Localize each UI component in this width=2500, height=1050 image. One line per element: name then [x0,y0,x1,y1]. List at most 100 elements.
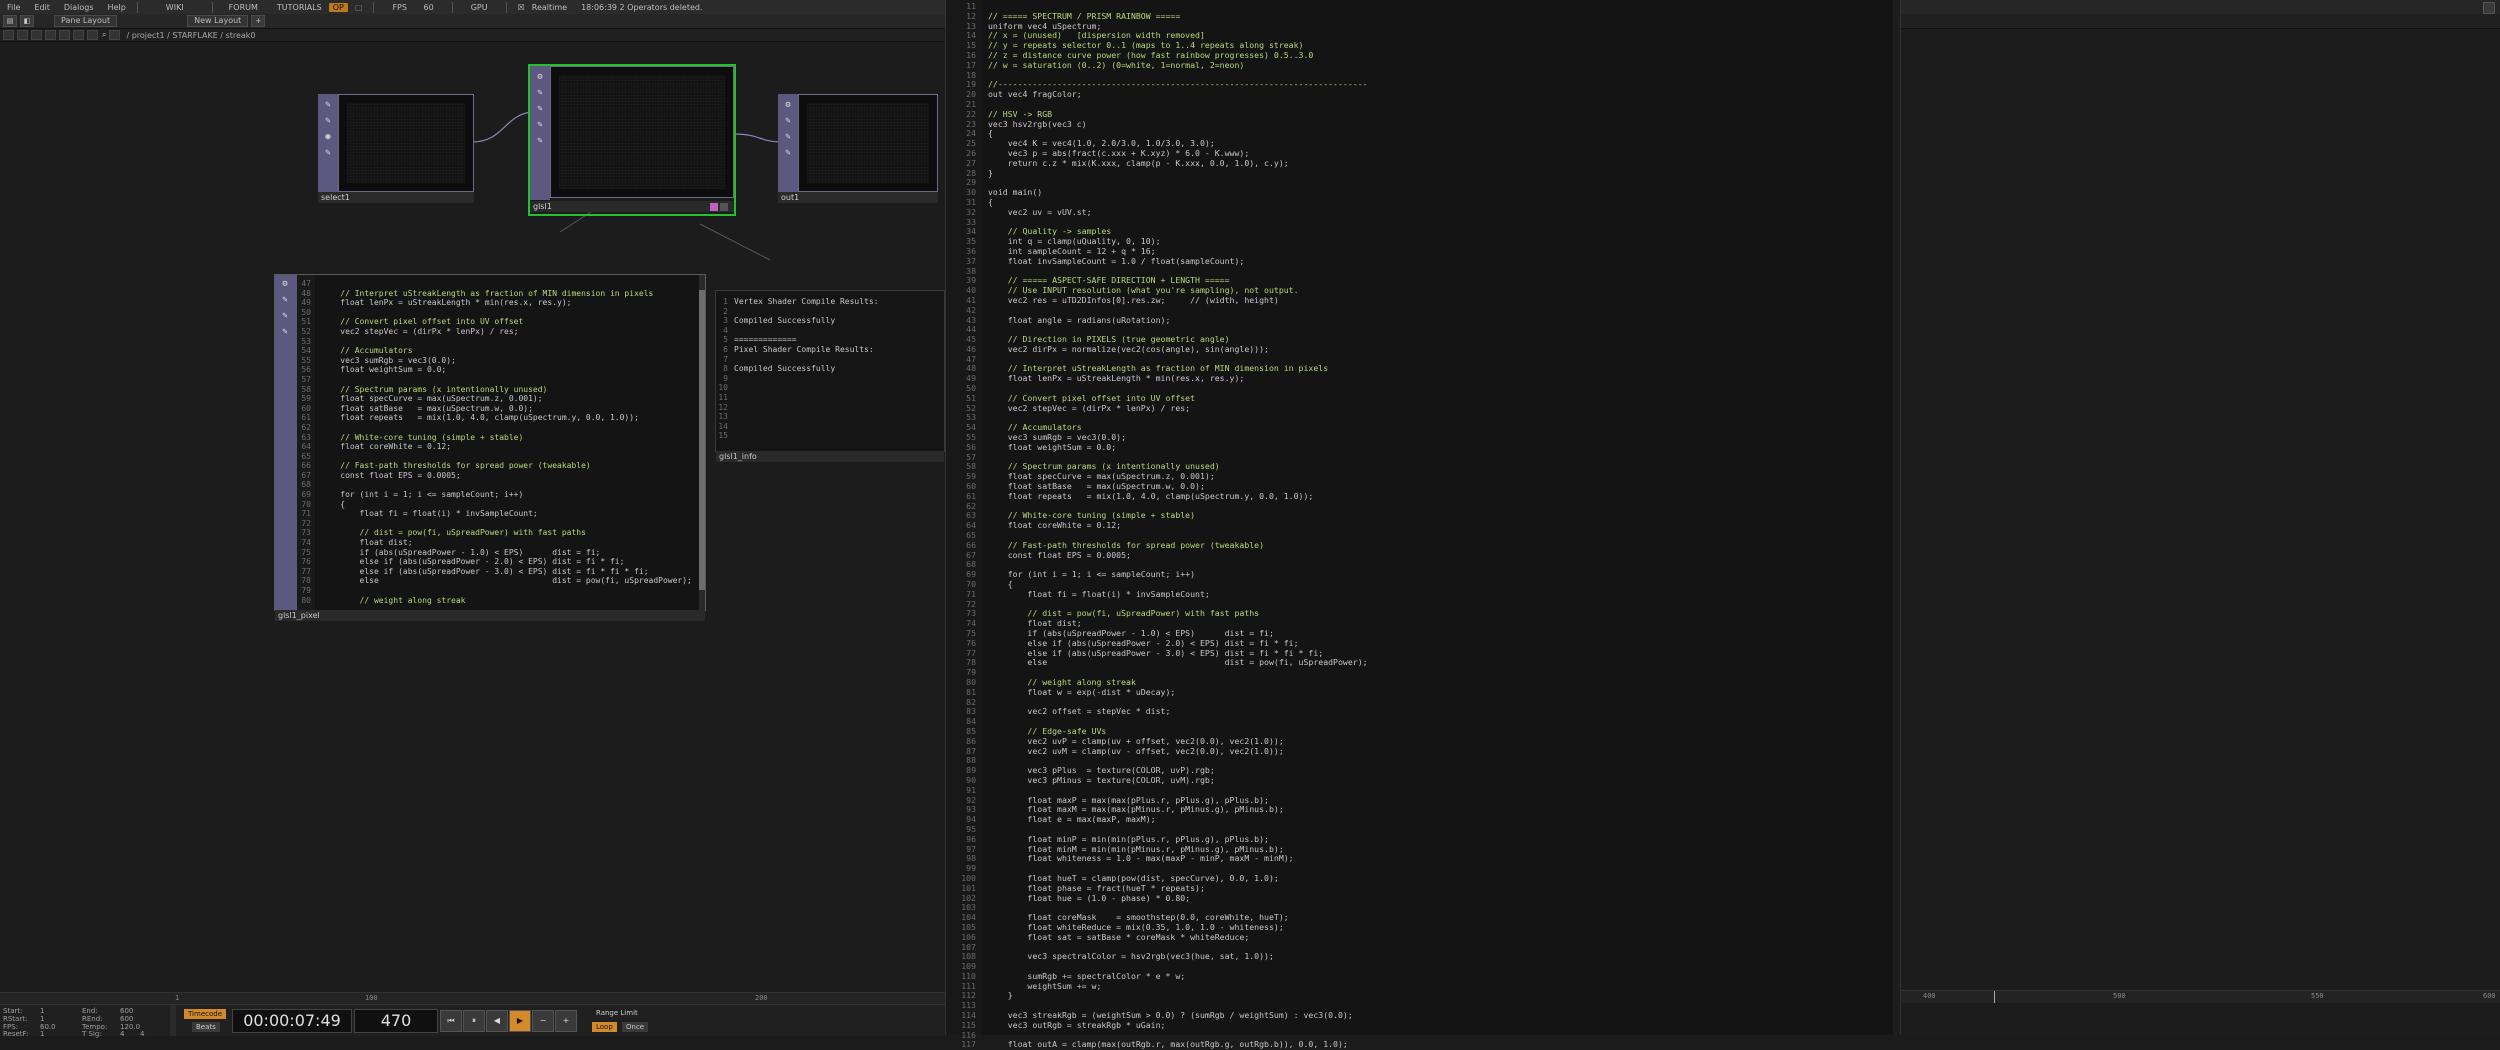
code-line[interactable]: 78 else dist = pow(fi, uSpreadPower); [946,658,1367,668]
loop-toggle[interactable]: Loop [592,1022,617,1032]
code-line[interactable]: 30 void main() [946,187,1368,198]
viewer-icon[interactable]: ✎ [783,132,793,142]
code-line[interactable]: 23 vec3 hsv2rgb(vec3 c) [946,119,1368,130]
display-icon[interactable]: ✎ [535,120,545,130]
frame-display[interactable]: 470 [354,1009,438,1033]
menu-edit[interactable]: Edit [27,3,57,12]
code-line[interactable]: 43 float angle = radians(uRotation); [946,315,1368,326]
play-icon[interactable]: ▶ [509,1010,531,1032]
step-down-icon[interactable]: − [532,1010,554,1032]
back-icon[interactable] [3,30,14,40]
viewer-icon[interactable]: ✎ [280,311,290,321]
rend-value[interactable]: 600 [120,1015,133,1023]
code-line[interactable]: 41 vec2 res = uTD2DInfos[0].res.zw; // (… [946,295,1368,306]
code-line[interactable]: 75 if (abs(uSpreadPower - 1.0) < EPS) di… [297,548,692,558]
code-line[interactable]: 47 [297,279,692,289]
lock-icon[interactable]: ✎ [783,116,793,126]
code-line[interactable]: 94 float e = max(maxP, maxM); [946,814,1368,825]
code-line[interactable]: 2 [718,307,879,317]
code-line[interactable]: 65 [297,452,692,462]
dat-name[interactable]: glsl1_pixel [275,610,705,621]
timecode-display[interactable]: 00:00:07:49 [232,1009,352,1033]
bypass-icon[interactable]: ⚙ [535,72,545,82]
code-line[interactable]: 60 float satBase = max(uSpectrum.w, 0.0)… [297,404,692,414]
tsig-b[interactable]: 4 [140,1030,144,1038]
code-line[interactable]: 46 vec2 dirPx = normalize(vec2(cos(angle… [946,344,1368,355]
pane-lock-icon[interactable]: ◧ [20,15,34,27]
up-icon[interactable] [109,30,121,40]
code-line[interactable]: 64 float coreWhite = 0.12; [297,442,692,452]
code-line[interactable]: 87 vec2 uvM = clamp(uv - offset, vec2(0.… [946,746,1368,757]
playhead[interactable] [1994,991,1995,1003]
search-icon[interactable]: ⌕ [102,30,106,40]
op-side-bar[interactable]: ⚙ ✎ ✎ ✎ [778,94,798,192]
code-line[interactable]: 106 float sat = satBase * coreMask * whi… [946,932,1368,943]
viewer-icon[interactable]: ◉ [323,132,333,142]
list-icon[interactable] [59,30,70,40]
info-icon[interactable] [73,30,84,40]
code-line[interactable]: 15 [718,431,879,441]
menu-wiki[interactable]: WIKI [142,3,208,12]
code-line[interactable]: 58 // Spectrum params (x intentionally u… [297,385,692,395]
code-line[interactable]: 56 float weightSum = 0.0; [946,442,1368,453]
network-path[interactable]: / project1 / STARFLAKE / streak0 [126,31,255,40]
code-line[interactable]: 51 // Convert pixel offset into UV offse… [297,317,692,327]
code-line[interactable]: 90 vec3 pMinus = texture(COLOR, uvM).rgb… [946,775,1368,786]
op-glsl1[interactable]: ⚙ ✎ ✎ ✎ ✎ glsl1 [528,64,736,216]
menu-file[interactable]: File [0,3,27,12]
code-line[interactable]: 69 for (int i = 1; i <= sampleCount; i++… [297,490,692,500]
dat-glsl1-info[interactable]: 1 Vertex Shader Compile Results: 2 3 Compile… [715,290,945,462]
rstart-value[interactable]: 1 [40,1015,44,1023]
display-icon[interactable]: ✎ [280,327,290,337]
op-side-bar[interactable]: ⚙ ✎ ✎ ✎ ✎ [530,66,550,200]
pane-layout-button[interactable]: Pane Layout [54,15,118,27]
code-line[interactable]: 73 // dist = pow(fi, uSpreadPower) with … [297,528,692,538]
resetf-value[interactable]: 1 [40,1030,44,1038]
code-line[interactable]: 71 float fi = float(i) * invSampleCount; [946,589,1368,600]
code-line[interactable]: 64 float coreWhite = 0.12; [946,520,1368,531]
code-line[interactable]: 56 float weightSum = 0.0; [297,365,692,375]
realtime-checkbox[interactable]: ☒ [511,3,532,12]
code-line[interactable]: 8 Compiled Successfully [718,364,879,374]
code-text[interactable]: 11 12// ===== SPECTRUM / PRISM RAINBOW ==… [946,1,1368,1050]
code-line[interactable]: 62 [297,423,692,433]
code-line[interactable]: 108 vec3 spectralColor = hsv2rgb(vec3(hu… [946,951,1368,962]
code-line[interactable]: 77 else if (abs(uSpreadPower - 3.0) < EP… [297,567,692,577]
display-icon[interactable]: ✎ [323,148,333,158]
op-name[interactable]: select1 [318,192,474,203]
code-line[interactable]: 37 float invSampleCount = 1.0 / float(sa… [946,256,1368,267]
code-line[interactable]: 5 ============= [718,335,879,345]
code-line[interactable]: 116 [946,1030,1368,1041]
code-line[interactable]: 98 float whiteness = 1.0 - max(maxP - mi… [946,854,1368,864]
code-line[interactable]: 48 // Interpret uStreakLength as fractio… [297,289,692,299]
display-icon[interactable]: ✎ [783,148,793,158]
bypass-icon[interactable]: ✎ [323,100,333,110]
code-line[interactable]: 115 vec3 outRgb = streakRgb * uGain; [946,1020,1368,1031]
code-line[interactable]: 17// w = saturation (0..2) (0=white, 1=n… [946,60,1368,71]
new-layout-button[interactable]: New Layout [187,15,249,27]
code-line[interactable]: 54 // Accumulators [297,346,692,356]
code-line[interactable]: 117 float outA = clamp(max(outRgb.r, max… [946,1040,1368,1050]
code-line[interactable]: 102 float hue = (1.0 - phase) * 0.80; [946,893,1368,904]
network-editor[interactable]: ✎ ✎ ◉ ✎ select1 ⚙ ✎ ✎ ✎ ✎ glsl1 ⚙ ✎ ✎ ✎ … [0,42,945,992]
viewer-icon[interactable]: ✎ [535,104,545,114]
code-line[interactable]: 4 [718,326,879,336]
code-line[interactable]: 32 vec2 uv = vUV.st; [946,207,1368,218]
lock-icon[interactable]: ✎ [535,88,545,98]
code-line[interactable]: 66 // Fast-path thresholds for spread po… [297,461,692,471]
perform-mode-badge[interactable]: OP [328,2,348,12]
add-layout-button[interactable]: + [251,15,266,27]
code-line[interactable]: 63 // White-core tuning (simple + stable… [297,433,692,443]
code-line[interactable]: 50 [297,308,692,318]
start-value[interactable]: 1 [40,1007,44,1015]
op-viewer[interactable] [338,94,474,192]
bypass-icon[interactable]: ⚙ [280,279,290,289]
code-line[interactable]: 74 float dist; [297,538,692,548]
right-timeline-ruler[interactable]: 400 500 550 600 [1901,990,2500,1003]
code-line[interactable]: 9 [718,374,879,384]
code-line[interactable]: 14 [718,422,879,432]
code-line[interactable]: 81 float w = exp(-dist * uDecay); [946,687,1368,698]
op-out1[interactable]: ⚙ ✎ ✎ ✎ out1 [778,94,938,204]
code-line[interactable]: 13 [718,412,879,422]
code-line[interactable]: 67 const float EPS = 0.0005; [297,471,692,481]
